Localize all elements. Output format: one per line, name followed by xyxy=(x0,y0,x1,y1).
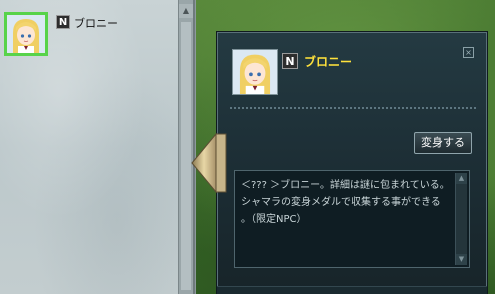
character-portrait-icon[interactable] xyxy=(4,12,48,56)
list-item[interactable]: N ブロニー xyxy=(4,12,174,62)
description-scrollbar[interactable]: ▲ ▼ xyxy=(455,173,467,265)
scroll-down-arrow-icon[interactable]: ▼ xyxy=(456,254,467,265)
close-icon[interactable]: × xyxy=(463,47,474,58)
character-detail-panel: × N ブロニー 変身する ＜??? ＞ブロニー。詳細は謎に包まれている。 シャ… xyxy=(217,32,487,294)
panel-bottom-frame xyxy=(217,286,487,294)
list-item-name: ブロニー xyxy=(74,17,118,30)
pointer-arrow-icon xyxy=(191,132,227,194)
scroll-up-arrow-icon[interactable]: ▲ xyxy=(179,4,193,18)
rarity-badge: N xyxy=(56,15,70,29)
scroll-up-arrow-icon[interactable]: ▲ xyxy=(456,173,467,184)
character-name: ブロニー xyxy=(304,55,353,69)
rarity-badge: N xyxy=(282,53,298,69)
character-portrait-large-icon xyxy=(232,49,278,95)
transform-button[interactable]: 変身する xyxy=(414,132,472,154)
description-text: ＜??? ＞ブロニー。詳細は謎に包まれている。 シャマラの変身メダルで収集する事… xyxy=(241,180,450,225)
description-box[interactable]: ＜??? ＞ブロニー。詳細は謎に包まれている。 シャマラの変身メダルで収集する事… xyxy=(234,170,470,268)
divider xyxy=(230,107,476,109)
